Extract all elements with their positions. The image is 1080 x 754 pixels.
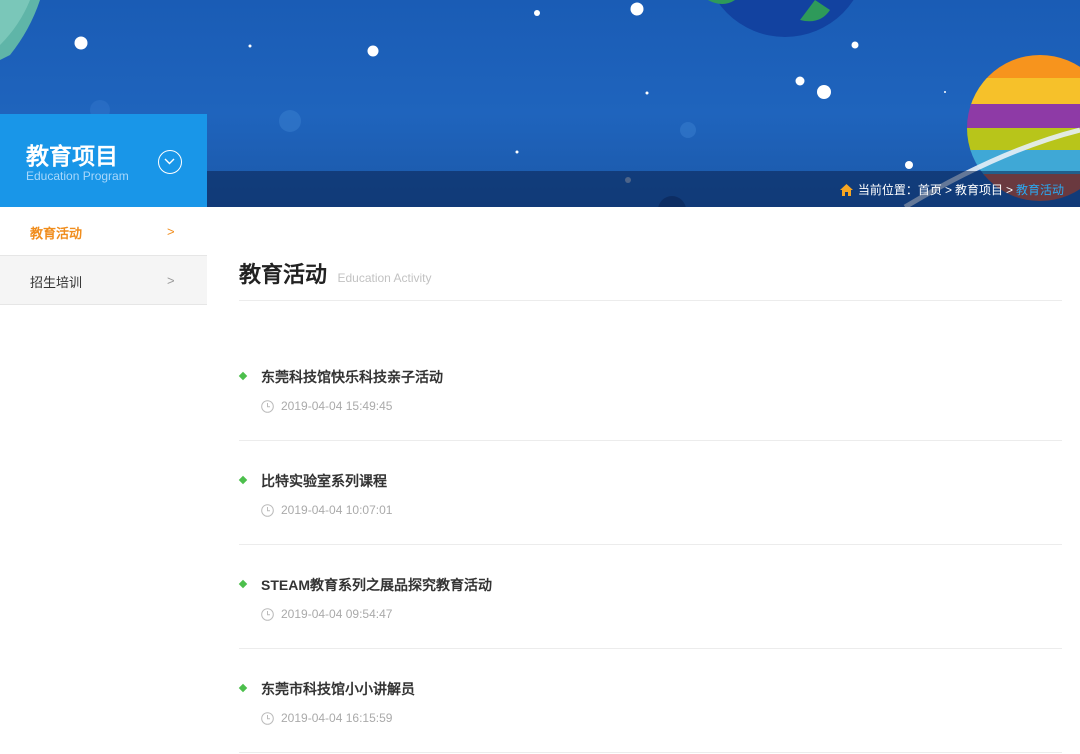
list-item[interactable]: 东莞科技馆快乐科技亲子活动 2019-04-04 15:49:45 bbox=[238, 337, 1062, 441]
article-meta: 2019-04-04 10:07:01 bbox=[261, 503, 392, 517]
article-date: 2019-04-04 09:54:47 bbox=[281, 607, 393, 621]
sidebar-title: 教育项目 bbox=[26, 143, 118, 169]
bullet-icon bbox=[238, 371, 248, 381]
sidebar-nav: 教育活动 > 招生培训 > bbox=[0, 207, 207, 305]
article-title[interactable]: 东莞科技馆快乐科技亲子活动 bbox=[261, 367, 443, 387]
breadcrumb-education-link[interactable]: 教育项目 bbox=[955, 181, 1003, 198]
sidebar-item-label: 教育活动 bbox=[30, 226, 83, 241]
page-title-text: 教育活动 bbox=[239, 262, 328, 287]
article-title[interactable]: 比特实验室系列课程 bbox=[261, 471, 387, 491]
article-date: 2019-04-04 10:07:01 bbox=[281, 503, 393, 517]
sidebar-item-label: 招生培训 bbox=[30, 275, 83, 290]
clock-icon bbox=[261, 503, 274, 517]
article-list: 东莞科技馆快乐科技亲子活动 2019-04-04 15:49:45 比特实验室系… bbox=[238, 337, 1062, 753]
chevron-down-circle-icon[interactable] bbox=[158, 150, 182, 174]
home-icon bbox=[839, 183, 853, 196]
article-meta: 2019-04-04 15:49:45 bbox=[261, 399, 392, 413]
article-title[interactable]: STEAM教育系列之展品探究教育活动 bbox=[261, 575, 492, 595]
sidebar-item-education-activity[interactable]: 教育活动 > bbox=[0, 207, 207, 256]
bullet-icon bbox=[238, 683, 248, 693]
sidebar-subtitle: Education Program bbox=[26, 169, 129, 183]
breadcrumb-separator: > bbox=[1005, 182, 1013, 197]
page-title: 教育活动 Education Activity bbox=[239, 257, 432, 289]
list-item[interactable]: STEAM教育系列之展品探究教育活动 2019-04-04 09:54:47 bbox=[238, 545, 1062, 649]
article-meta: 2019-04-04 16:15:59 bbox=[261, 711, 392, 725]
breadcrumb: 当前位置： 首页 > 教育项目 > 教育活动 bbox=[839, 181, 1064, 198]
clock-icon bbox=[261, 607, 274, 621]
divider bbox=[239, 300, 1062, 301]
article-title[interactable]: 东莞市科技馆小小讲解员 bbox=[261, 679, 415, 699]
clock-icon bbox=[261, 711, 274, 725]
breadcrumb-home-link[interactable]: 首页 bbox=[918, 181, 942, 198]
sidebar-header: 教育项目 Education Program bbox=[0, 114, 207, 207]
clock-icon bbox=[261, 399, 274, 413]
breadcrumb-current: 教育活动 bbox=[1015, 183, 1064, 197]
chevron-right-icon: > bbox=[167, 273, 175, 288]
article-date: 2019-04-04 15:49:45 bbox=[281, 399, 393, 413]
breadcrumb-separator: > bbox=[944, 182, 952, 197]
bullet-icon bbox=[238, 579, 248, 589]
page-subtitle: Education Activity bbox=[337, 271, 432, 285]
breadcrumb-prefix: 当前位置： bbox=[857, 183, 918, 197]
article-meta: 2019-04-04 09:54:47 bbox=[261, 607, 392, 621]
list-item[interactable]: 比特实验室系列课程 2019-04-04 10:07:01 bbox=[238, 441, 1062, 545]
chevron-right-icon: > bbox=[167, 224, 175, 239]
article-date: 2019-04-04 16:15:59 bbox=[281, 711, 393, 725]
bullet-icon bbox=[238, 475, 248, 485]
sidebar-item-enrollment-training[interactable]: 招生培训 > bbox=[0, 256, 207, 305]
list-item[interactable]: 东莞市科技馆小小讲解员 2019-04-04 16:15:59 bbox=[238, 649, 1062, 753]
